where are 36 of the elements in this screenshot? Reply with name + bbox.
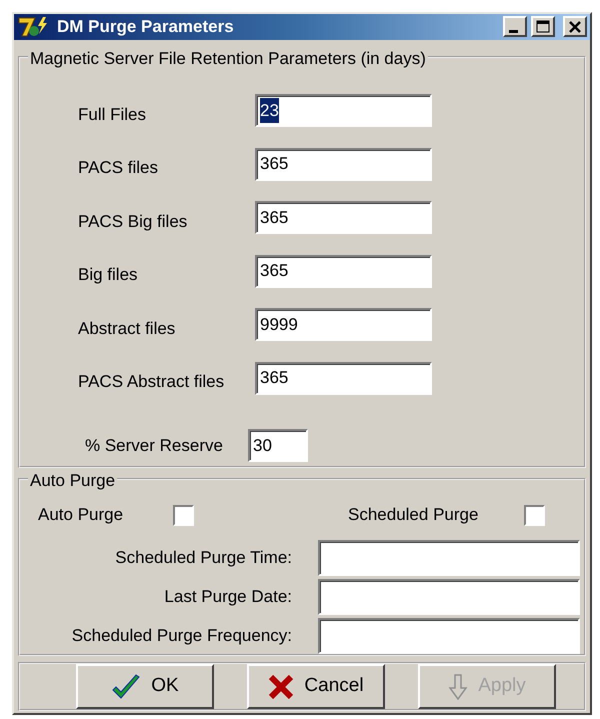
input-field[interactable]: 365 bbox=[255, 201, 432, 234]
input-field[interactable]: 9999 bbox=[255, 308, 432, 342]
field-label: Big files bbox=[78, 264, 139, 286]
checkbox-label: Scheduled Purge bbox=[348, 504, 480, 526]
close-icon bbox=[268, 674, 294, 700]
ok-button[interactable]: OK bbox=[76, 664, 214, 709]
checkbox[interactable] bbox=[524, 504, 545, 526]
field-label: Full Files bbox=[78, 104, 148, 126]
arrow-down-icon bbox=[448, 674, 468, 700]
field-label: Abstract files bbox=[78, 318, 176, 340]
input-field[interactable]: 365 bbox=[255, 362, 432, 395]
input-field[interactable] bbox=[318, 540, 580, 576]
close-button[interactable] bbox=[563, 16, 587, 38]
input-field[interactable] bbox=[318, 578, 580, 615]
field-label: Scheduled Purge Time: bbox=[114, 547, 292, 570]
close-icon bbox=[568, 20, 582, 33]
input-field[interactable]: 365 bbox=[255, 254, 432, 288]
input-field[interactable]: 23 bbox=[255, 94, 432, 128]
field-label: PACS Abstract files bbox=[78, 371, 226, 394]
field-label: PACS files bbox=[78, 157, 159, 180]
cancel-button[interactable]: Cancel bbox=[247, 664, 385, 709]
maximize-icon bbox=[536, 20, 550, 34]
field-label: % Server Reserve bbox=[84, 434, 224, 457]
input-field[interactable] bbox=[318, 618, 580, 654]
maximize-button[interactable] bbox=[531, 16, 555, 38]
checkbox[interactable] bbox=[173, 504, 194, 526]
checkbox-label: Auto Purge bbox=[38, 504, 124, 526]
minimize-icon bbox=[509, 30, 518, 33]
field-label: PACS Big files bbox=[78, 210, 188, 233]
window-title: DM Purge Parameters bbox=[57, 16, 235, 38]
field-label: Scheduled Purge Frequency: bbox=[70, 625, 292, 648]
input-field[interactable]: 365 bbox=[255, 148, 432, 181]
minimize-button[interactable] bbox=[503, 16, 527, 38]
check-icon bbox=[111, 674, 142, 700]
input-field[interactable]: 30 bbox=[248, 428, 308, 462]
field-label: Last Purge Date: bbox=[163, 586, 292, 608]
